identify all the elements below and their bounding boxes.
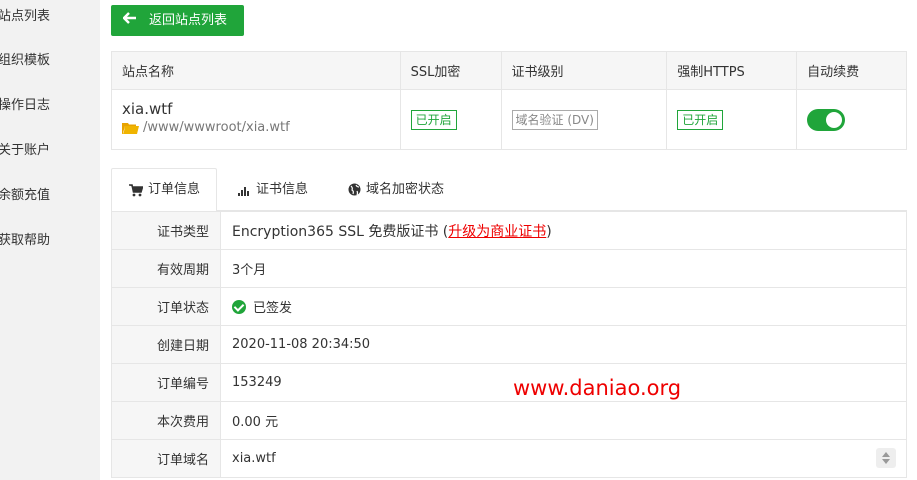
site-table: 站点名称 SSL加密 证书级别 强制HTTPS 自动续费 xia.wtf /ww… (111, 51, 907, 150)
ssl-cell: 已开启 (399, 89, 502, 150)
table-row: 本次费用 0.00 元 (111, 401, 907, 440)
sidebar-item-operation-log[interactable]: 操作日志 (0, 94, 98, 118)
force-https-cell: 已开启 (666, 89, 798, 150)
watermark-text: www.daniao.org (513, 376, 682, 400)
sidebar-item-recharge[interactable]: 余额充值 (0, 184, 98, 208)
cart-icon (129, 183, 143, 196)
tab-domain-ssl-status[interactable]: 域名加密状态 (348, 168, 444, 211)
auto-renew-toggle[interactable] (807, 108, 846, 131)
auto-renew-cell (796, 89, 907, 150)
fee-label: 本次费用 (111, 401, 221, 440)
order-status-label: 订单状态 (111, 287, 221, 326)
chart-icon (238, 186, 249, 196)
table-row: xia.wtf /www/wwwroot/xia.wtf 已开启 域名验证 (D… (111, 89, 907, 150)
toggle-knob (826, 111, 843, 128)
order-status-value: 已签发 (220, 287, 907, 326)
check-circle-icon (232, 300, 246, 314)
tab-order-info-label: 订单信息 (148, 182, 201, 197)
table-row: 订单编号 153249 (111, 363, 907, 402)
site-name-cell: xia.wtf /www/wwwroot/xia.wtf (111, 89, 401, 150)
header-ssl: SSL加密 (399, 51, 502, 90)
main-content: 返回站点列表 站点名称 SSL加密 证书级别 强制HTTPS 自动续费 xia.… (111, 0, 917, 480)
site-path: /www/wwwroot/xia.wtf (122, 120, 400, 135)
table-row: 有效周期 3个月 (111, 249, 907, 288)
tab-bar: 订单信息 证书信息 域名加密状态 (111, 168, 907, 212)
table-row: 订单状态 已签发 (111, 287, 907, 326)
back-to-site-list-button[interactable]: 返回站点列表 (111, 5, 244, 36)
sidebar: 站点列表 组织模板 操作日志 关于账户 余额充值 获取帮助 (0, 0, 100, 480)
header-force-https: 强制HTTPS (666, 51, 798, 90)
table-row: 证书类型 Encryption365 SSL 免费版证书 (升级为商业证书) (111, 211, 907, 250)
sidebar-item-help[interactable]: 获取帮助 (0, 229, 98, 253)
site-path-text[interactable]: /www/wwwroot/xia.wtf (143, 120, 290, 135)
tab-cert-info-label: 证书信息 (256, 181, 309, 197)
cert-type-label: 证书类型 (111, 211, 221, 250)
header-cert-level: 证书级别 (500, 51, 668, 90)
tab-domain-ssl-status-label: 域名加密状态 (366, 181, 445, 197)
site-name: xia.wtf (122, 100, 173, 118)
table-row: 订单域名 xia.wtf (111, 439, 907, 478)
force-https-badge: 已开启 (677, 109, 724, 130)
order-domain-text: xia.wtf (232, 451, 276, 466)
created-date-value: 2020-11-08 20:34:50 (220, 325, 907, 364)
scroll-stepper-icon[interactable] (876, 448, 896, 468)
globe-icon (348, 183, 361, 196)
cert-type-text: Encryption365 SSL 免费版证书 (232, 223, 439, 240)
header-auto-renew: 自动续费 (796, 51, 907, 90)
order-info-table: 证书类型 Encryption365 SSL 免费版证书 (升级为商业证书) 有… (111, 211, 907, 478)
order-domain-value: xia.wtf (220, 439, 907, 478)
created-date-label: 创建日期 (111, 325, 221, 364)
table-row: 创建日期 2020-11-08 20:34:50 (111, 325, 907, 364)
sidebar-item-about-account[interactable]: 关于账户 (0, 139, 98, 163)
validity-value: 3个月 (220, 249, 907, 288)
cert-level-cell: 域名验证 (DV) (500, 89, 668, 150)
ssl-status-badge: 已开启 (410, 109, 457, 130)
order-status-text: 已签发 (253, 301, 293, 316)
fee-value: 0.00 元 (220, 401, 907, 440)
order-domain-label: 订单域名 (111, 439, 221, 478)
order-number-label: 订单编号 (111, 363, 221, 402)
back-button-label: 返回站点列表 (149, 13, 228, 28)
cert-level-badge: 域名验证 (DV) (511, 109, 598, 130)
sidebar-item-site-list[interactable]: 站点列表 (0, 5, 98, 29)
arrow-left-icon (122, 5, 139, 36)
upgrade-cert-link[interactable]: 升级为商业证书 (448, 224, 546, 240)
validity-label: 有效周期 (111, 249, 221, 288)
sidebar-item-org-template[interactable]: 组织模板 (0, 49, 98, 73)
site-table-header: 站点名称 SSL加密 证书级别 强制HTTPS 自动续费 (111, 51, 907, 90)
cert-type-value: Encryption365 SSL 免费版证书 (升级为商业证书) (220, 211, 907, 250)
tab-cert-info[interactable]: 证书信息 (238, 168, 308, 211)
tab-order-info[interactable]: 订单信息 (111, 168, 217, 212)
header-site-name: 站点名称 (111, 51, 401, 90)
folder-icon (122, 122, 139, 134)
